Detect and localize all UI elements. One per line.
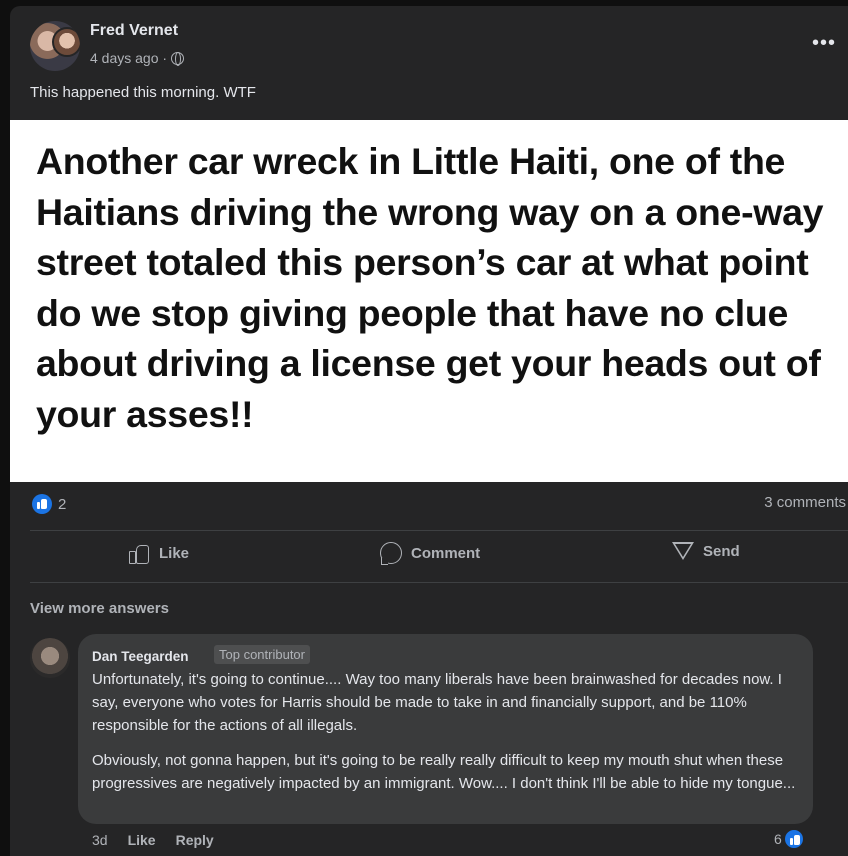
post-card: Fred Vernet 4 days ago · ••• This happen… (10, 6, 848, 856)
post-caption: This happened this morning. WTF (30, 84, 256, 101)
view-more-answers-link[interactable]: View more answers (30, 600, 169, 617)
comments-count[interactable]: 3 comments (764, 494, 846, 511)
top-contributor-badge: Top contributor (214, 645, 310, 664)
comment-text-paragraph-1: Unfortunately, it's going to continue...… (92, 671, 782, 734)
comment-button[interactable]: Comment (380, 542, 481, 565)
globe-icon (171, 51, 185, 66)
post-image[interactable]: Another car wreck in Little Haiti, one o… (10, 120, 848, 482)
commenter-avatar[interactable] (30, 638, 70, 678)
like-reaction-icon (32, 494, 52, 514)
reaction-summary[interactable]: 2 (32, 494, 66, 514)
comment-icon (380, 542, 402, 565)
commenter-name[interactable]: Dan Teegarden (92, 649, 189, 664)
author-avatar[interactable] (30, 21, 80, 71)
comment-reply-button[interactable]: Reply (176, 832, 214, 848)
reaction-count: 2 (58, 495, 67, 513)
post-image-text: Another car wreck in Little Haiti, one o… (36, 140, 824, 435)
send-label: Send (703, 542, 740, 560)
send-button[interactable]: Send (672, 542, 740, 560)
like-reaction-icon (782, 828, 805, 850)
post-meta: 4 days ago · (90, 50, 185, 66)
comment-time[interactable]: 3d (92, 832, 108, 848)
comment-like-button[interactable]: Like (128, 832, 156, 848)
more-options-icon[interactable]: ••• (812, 32, 836, 55)
divider (30, 582, 848, 583)
comment-reaction-summary[interactable]: 6 (774, 828, 805, 850)
thumbs-up-icon (128, 542, 150, 564)
comment-text-paragraph-2: Obviously, not gonna happen, but it's go… (92, 752, 796, 792)
author-name[interactable]: Fred Vernet (90, 22, 178, 40)
divider (30, 530, 848, 531)
send-icon (672, 542, 694, 560)
comment-actions: 3d Like Reply (92, 832, 214, 848)
comment-bubble: Dan Teegarden Top contributor Unfortunat… (78, 634, 813, 824)
comment-reaction-count: 6 (774, 831, 782, 847)
post-time[interactable]: 4 days ago · (90, 50, 167, 66)
like-button[interactable]: Like (128, 542, 189, 564)
like-label: Like (159, 544, 190, 562)
comment-label: Comment (411, 544, 481, 562)
